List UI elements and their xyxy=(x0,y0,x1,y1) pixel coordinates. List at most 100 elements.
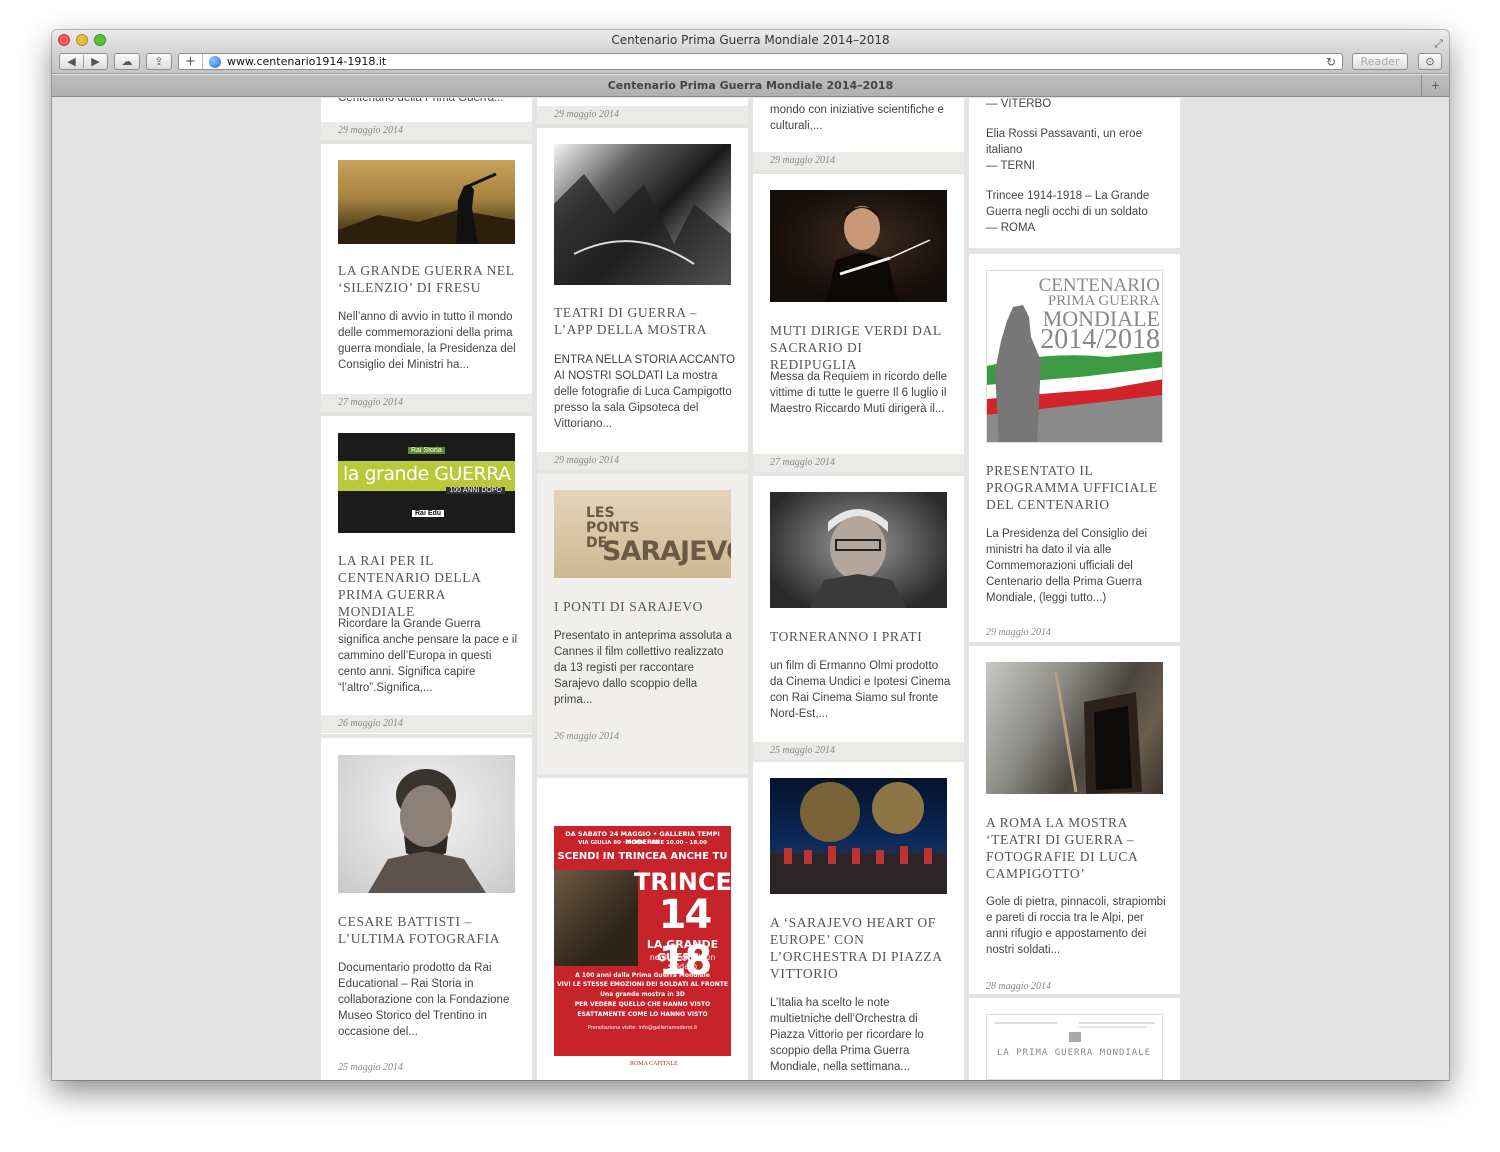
card-title[interactable]: TEATRI DI GUERRA – L’APP DELLA MOSTRA xyxy=(554,304,736,338)
orchestra-stage-icon xyxy=(770,782,947,894)
card-date: 27 maggio 2014 xyxy=(321,394,532,412)
card-title[interactable]: LA RAI PER IL CENTENARIO DELLA PRIMA GUE… xyxy=(338,552,520,620)
card-date: 26 maggio 2014 xyxy=(321,715,532,733)
card-excerpt: Presentato in anteprima assoluta a Canne… xyxy=(554,630,732,706)
document-title-text: LA PRIMA GUERRA MONDIALE xyxy=(997,1048,1152,1058)
trumpeter-silhouette-icon xyxy=(338,172,515,244)
card-image[interactable] xyxy=(770,778,947,894)
address-bar[interactable]: + www.centenario1914-1918.it ↻ xyxy=(178,53,1343,70)
list-item[interactable]: Elia Rossi Passavanti, un eroe italiano xyxy=(986,126,1168,158)
poster-line: Prenotazione visite: info@galleriamodern… xyxy=(587,1025,698,1031)
zoom-window-button[interactable] xyxy=(94,34,106,46)
logo-line: CENTENARIO xyxy=(1038,275,1160,296)
list-item[interactable]: Trincee 1914-1918 – La Grande Guerra neg… xyxy=(986,188,1168,220)
list-item[interactable]: — VITERBO xyxy=(986,98,1168,112)
card-image[interactable]: Rai Storia la grande GUERRA 100 ANNI DOP… xyxy=(338,433,515,533)
tab-bar: Centenario Prima Guerra Mondiale 2014–20… xyxy=(52,75,1449,97)
card-title[interactable]: TORNERANNO I PRATI xyxy=(770,628,952,645)
card-title[interactable]: I PONTI DI SARAJEVO xyxy=(554,598,736,615)
tab-title[interactable]: Centenario Prima Guerra Mondiale 2014–20… xyxy=(608,79,894,92)
card-excerpt: Ricordare la Grande Guerra significa anc… xyxy=(338,618,518,694)
add-bookmark-icon[interactable]: + xyxy=(179,54,203,69)
minimize-window-button[interactable] xyxy=(76,34,88,46)
logo-line: 2014/2018 xyxy=(1040,324,1160,355)
card-trincee-poster[interactable]: DA SABATO 24 MAGGIO • GALLERIA TEMPI MOD… xyxy=(537,778,748,1080)
nav-buttons: ◀ ▶ xyxy=(59,53,108,70)
share-button[interactable]: ⇪ xyxy=(146,53,172,70)
image-big-text: SARAJEVO xyxy=(602,536,731,567)
image-main-text: la grande GUERRA xyxy=(343,463,511,485)
poster-footer: ROMA CAPITALE xyxy=(554,1056,731,1076)
card-title[interactable]: A ROMA LA MOSTRA ‘TEATRI DI GUERRA – FOT… xyxy=(986,814,1168,882)
card-date: 29 maggio 2014 xyxy=(537,452,748,470)
card-teatri-mostra[interactable]: A ROMA LA MOSTRA ‘TEATRI DI GUERRA – FOT… xyxy=(969,646,1180,994)
rai-storia-label: Rai Storia xyxy=(408,447,445,454)
card-title[interactable]: A ‘SARAJEVO HEART OF EUROPE’ CON L’ORCHE… xyxy=(770,914,952,982)
forward-button[interactable]: ▶ xyxy=(83,55,107,68)
card-events-list[interactable]: — VITERBO Elia Rossi Passavanti, un eroe… xyxy=(969,98,1180,248)
card-partial[interactable]: 29 maggio 2014 xyxy=(537,98,748,124)
card-partial[interactable]: Centenario della Prima Guerra... 29 magg… xyxy=(321,98,532,140)
poster-line: negli occhi di un soldato xyxy=(649,953,716,971)
poster-line: ESATTAMENTE COME LO HANNO VISTO xyxy=(577,1011,708,1018)
image-sub-text: 100 ANNI DOPO xyxy=(446,487,505,494)
traffic-lights xyxy=(58,34,106,46)
card-excerpt: Nell’anno di avvio in tutto il mondo del… xyxy=(338,311,516,371)
poster-line: SCENDI IN TRINCEA ANCHE TU xyxy=(557,851,728,862)
card-fresu[interactable]: LA GRANDE GUERRA NEL ‘SILENZIO’ DI FRESU… xyxy=(321,144,532,412)
card-date: 29 maggio 2014 xyxy=(321,122,532,140)
new-tab-button[interactable]: + xyxy=(1421,75,1449,96)
card-image[interactable]: CENTENARIO PRIMA GUERRA MONDIALE 2014/20… xyxy=(986,270,1163,443)
card-date: 28 maggio 2014 xyxy=(986,981,1051,992)
conductor-icon xyxy=(826,206,931,302)
card-title[interactable]: LA GRANDE GUERRA NEL ‘SILENZIO’ DI FRESU xyxy=(338,262,520,296)
icloud-tabs-button[interactable]: ☁ xyxy=(114,53,140,70)
card-orchestra[interactable]: A ‘SARAJEVO HEART OF EUROPE’ CON L’ORCHE… xyxy=(753,762,964,1080)
card-image[interactable] xyxy=(770,190,947,302)
card-excerpt: Messa da Requiem in ricordo delle vittim… xyxy=(770,371,948,415)
card-title[interactable]: MUTI DIRIGE VERDI DAL SACRARIO DI REDIPU… xyxy=(770,322,952,373)
downloads-button[interactable]: ⊙ xyxy=(1418,53,1442,70)
url-text[interactable]: www.centenario1914-1918.it xyxy=(227,54,386,70)
card-date: 25 maggio 2014 xyxy=(338,1062,403,1073)
card-title[interactable]: CESARE BATTISTI – L’ULTIMA FOTOGRAFIA xyxy=(338,913,520,947)
back-button[interactable]: ◀ xyxy=(60,55,83,68)
mountain-path-icon xyxy=(554,174,731,285)
card-excerpt: un film di Ermanno Olmi prodotto da Cine… xyxy=(770,660,951,720)
browser-toolbar: ◀ ▶ ☁ ⇪ + www.centenario1914-1918.it ↻ R… xyxy=(52,50,1449,74)
downloads-icon: ⊙ xyxy=(1425,56,1435,68)
card-excerpt: L’Italia ha scelto le note multietniche … xyxy=(770,997,924,1073)
list-item: — TERNI xyxy=(986,160,1035,172)
card-partial[interactable]: mondo con iniziative scientifiche e cult… xyxy=(753,98,964,170)
card-teatri-app[interactable]: TEATRI DI GUERRA – L’APP DELLA MOSTRA EN… xyxy=(537,128,748,470)
reload-icon[interactable]: ↻ xyxy=(1326,54,1336,70)
card-date: 29 maggio 2014 xyxy=(986,627,1051,638)
card-battisti[interactable]: CESARE BATTISTI – L’ULTIMA FOTOGRAFIA Do… xyxy=(321,738,532,1080)
card-title[interactable]: PRESENTATO IL PROGRAMMA UFFICIALE DEL CE… xyxy=(986,462,1168,513)
document-header-icon xyxy=(995,1022,1155,1042)
poster-header xyxy=(554,796,731,826)
card-document[interactable]: LA PRIMA GUERRA MONDIALE xyxy=(969,998,1180,1080)
poster-line: VIA GIULIA 80 · ROMA · ORE 10.00 - 18.00 xyxy=(578,840,707,846)
poster-line: Una grande mostra in 3D xyxy=(600,991,685,998)
card-muti[interactable]: MUTI DIRIGE VERDI DAL SACRARIO DI REDIPU… xyxy=(753,174,964,472)
poster-photo xyxy=(554,870,638,966)
card-image[interactable]: LA PRIMA GUERRA MONDIALE xyxy=(986,1014,1163,1080)
card-image[interactable]: DA SABATO 24 MAGGIO • GALLERIA TEMPI MOD… xyxy=(554,796,731,1076)
card-image[interactable]: LES PONTS DE SARAJEVO xyxy=(554,490,731,578)
card-image[interactable] xyxy=(554,144,731,285)
reader-button[interactable]: Reader xyxy=(1352,53,1408,70)
card-image[interactable] xyxy=(986,662,1163,794)
cloud-icon: ☁ xyxy=(121,56,133,68)
list-item: — ROMA xyxy=(986,222,1036,234)
page-viewport: Centenario della Prima Guerra... 29 magg… xyxy=(52,98,1449,1080)
card-prati[interactable]: TORNERANNO I PRATI un film di Ermanno Ol… xyxy=(753,476,964,760)
card-sarajevo[interactable]: LES PONTS DE SARAJEVO I PONTI DI SARAJEV… xyxy=(537,474,748,774)
close-window-button[interactable] xyxy=(58,34,70,46)
card-image[interactable] xyxy=(770,492,947,608)
card-programma[interactable]: CENTENARIO PRIMA GUERRA MONDIALE 2014/20… xyxy=(969,254,1180,642)
card-rai[interactable]: Rai Storia la grande GUERRA 100 ANNI DOP… xyxy=(321,416,532,734)
card-image[interactable] xyxy=(338,160,515,244)
card-date: 29 maggio 2014 xyxy=(753,152,964,170)
card-image[interactable] xyxy=(338,755,515,893)
